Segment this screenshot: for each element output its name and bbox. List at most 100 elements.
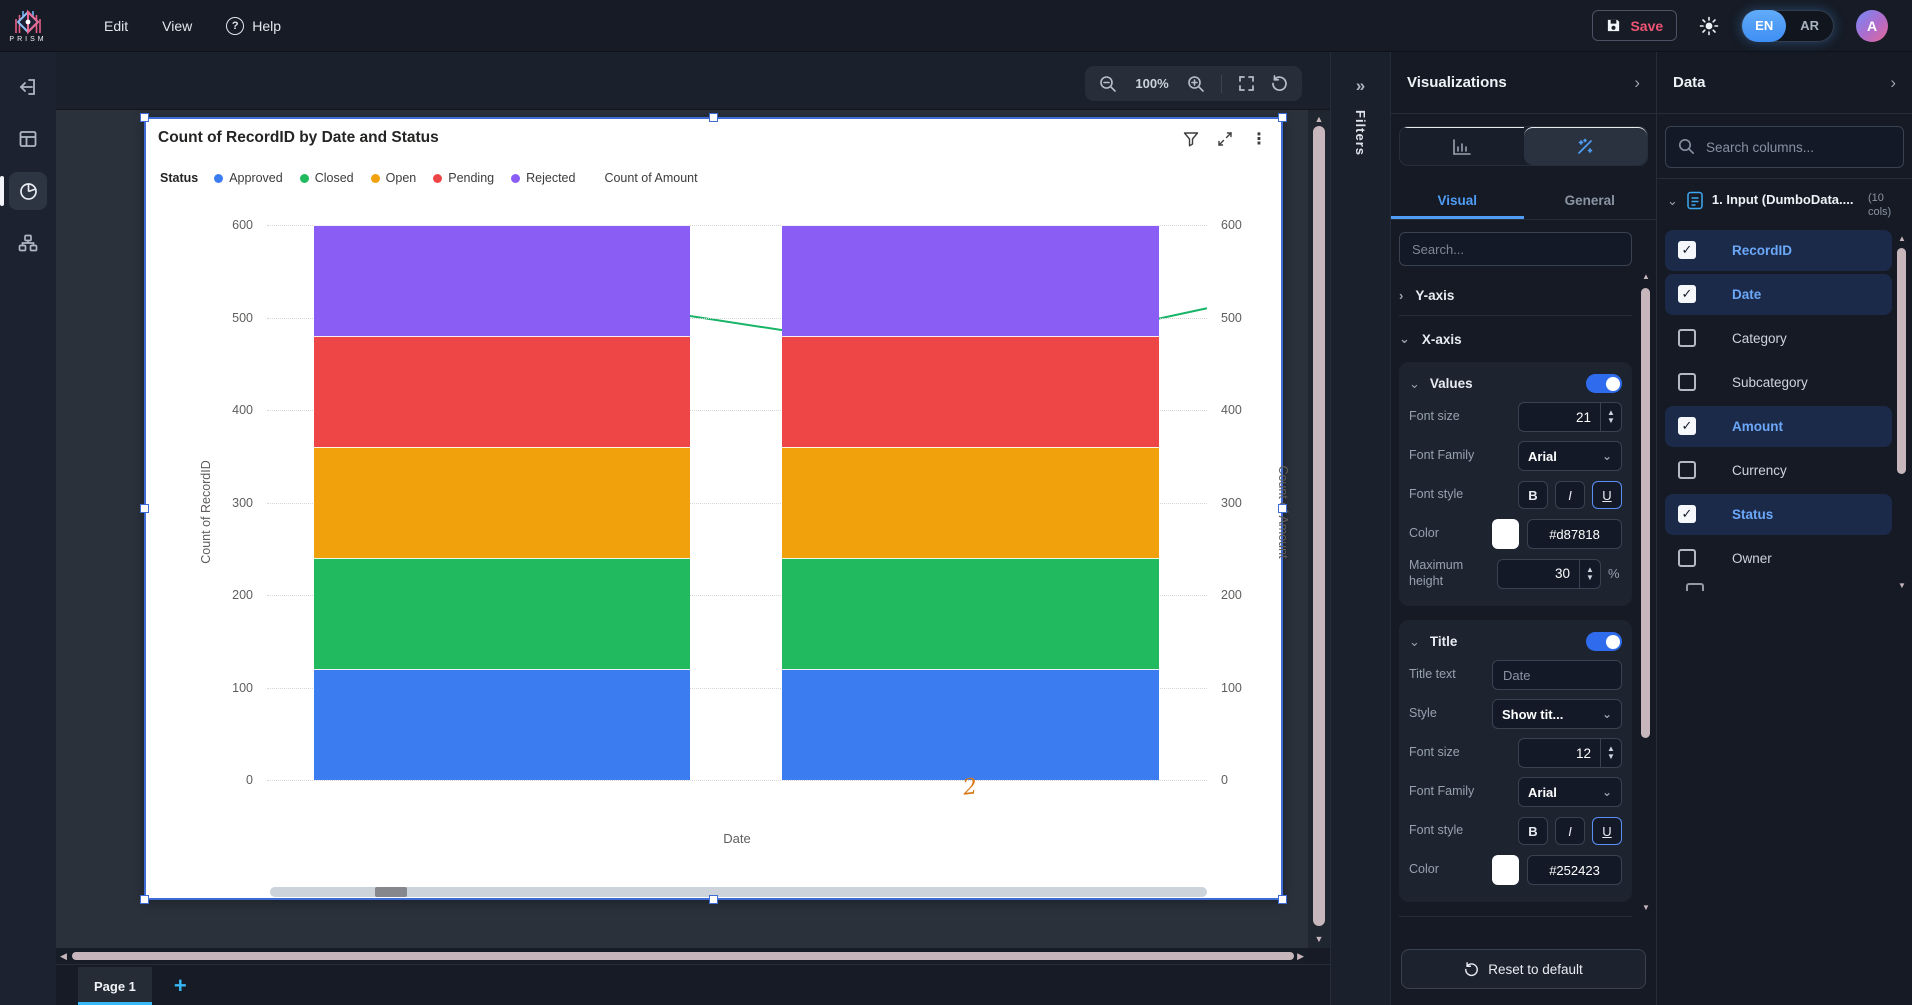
scroll-up-icon[interactable]: ▲: [1641, 272, 1651, 281]
data-panel-scrollbar[interactable]: ▲ ▼: [1897, 234, 1907, 590]
title-text-input[interactable]: [1492, 660, 1622, 690]
checkbox[interactable]: [1678, 549, 1696, 567]
legend-item[interactable]: Pending: [433, 171, 494, 185]
tab-visual[interactable]: Visual: [1391, 182, 1524, 219]
title-font-size-stepper[interactable]: ▲▼: [1600, 738, 1622, 768]
italic-button[interactable]: I: [1555, 481, 1585, 509]
reset-to-default-button[interactable]: Reset to default: [1401, 949, 1646, 989]
viz-search-input[interactable]: [1399, 232, 1632, 266]
title-color-hex[interactable]: #252423: [1527, 855, 1622, 885]
scroll-down-icon[interactable]: ▼: [1641, 903, 1651, 912]
bar-segment-closed[interactable]: [782, 558, 1159, 669]
style-select[interactable]: Show tit... ⌄: [1492, 699, 1622, 729]
add-page-button[interactable]: +: [174, 975, 187, 997]
prism-logo[interactable]: PRISM: [0, 0, 56, 52]
horizontal-scrollbar-thumb[interactable]: [72, 952, 1294, 960]
zoom-in-icon[interactable]: [1187, 75, 1205, 93]
checkbox[interactable]: ✓: [1678, 505, 1696, 523]
column-row-amount[interactable]: ✓Amount: [1665, 406, 1892, 447]
checkbox[interactable]: ✓: [1678, 241, 1696, 259]
scroll-right-icon[interactable]: ▶: [1297, 951, 1304, 962]
chart-type-tab[interactable]: [1400, 127, 1524, 165]
stacked-bar[interactable]: [314, 225, 691, 780]
column-row-recordid[interactable]: ✓RecordID: [1665, 230, 1892, 271]
resize-handle[interactable]: [1278, 895, 1287, 904]
resize-handle[interactable]: [140, 113, 149, 122]
bold-button[interactable]: B: [1518, 481, 1548, 509]
avatar[interactable]: A: [1856, 10, 1888, 42]
stacked-bar[interactable]: [782, 225, 1159, 780]
lang-en-button[interactable]: EN: [1742, 10, 1786, 42]
values-group-header[interactable]: ⌄ Values: [1409, 374, 1622, 393]
scroll-down-icon[interactable]: ▼: [1308, 934, 1330, 944]
reset-view-icon[interactable]: [1271, 75, 1288, 92]
title-group-header[interactable]: ⌄ Title: [1409, 632, 1622, 651]
section-x-axis[interactable]: ⌄ X-axis: [1399, 316, 1632, 362]
xaxis-color-hex[interactable]: #d87818: [1527, 519, 1622, 549]
bar-segment-pending[interactable]: [782, 336, 1159, 447]
font-size-input[interactable]: [1518, 402, 1600, 432]
legend-line-series-label[interactable]: Count of Amount: [604, 171, 697, 185]
checkbox[interactable]: [1678, 373, 1696, 391]
title-toggle[interactable]: [1586, 632, 1622, 651]
legend-item[interactable]: Approved: [214, 171, 283, 185]
title-italic-button[interactable]: I: [1555, 817, 1585, 845]
section-y-axis[interactable]: › Y-axis: [1399, 276, 1632, 316]
scroll-down-icon[interactable]: ▼: [1897, 581, 1907, 590]
column-row-subcategory[interactable]: Subcategory: [1665, 362, 1892, 403]
title-bold-button[interactable]: B: [1518, 817, 1548, 845]
viz-panel-scrollbar[interactable]: ▲ ▼: [1641, 272, 1651, 912]
vertical-scrollbar-thumb[interactable]: [1313, 126, 1325, 926]
resize-handle[interactable]: [709, 113, 718, 122]
font-family-select[interactable]: Arial ⌄: [1518, 441, 1622, 471]
canvas-horizontal-scrollbar[interactable]: ◀ ▶: [56, 948, 1308, 964]
bar-segment-closed[interactable]: [314, 558, 691, 669]
checkbox[interactable]: ✓: [1678, 285, 1696, 303]
filters-expand-icon[interactable]: »: [1356, 76, 1365, 96]
search-columns-input[interactable]: [1665, 126, 1904, 168]
legend-item[interactable]: Closed: [300, 171, 354, 185]
dataset-row[interactable]: ⌄ 1. Input (DumboData.... (10 cols): [1657, 179, 1912, 228]
page-tab[interactable]: Page 1: [78, 967, 152, 1005]
hierarchy-icon[interactable]: [9, 224, 47, 262]
column-row-date[interactable]: ✓Date: [1665, 274, 1892, 315]
bar-segment-open[interactable]: [314, 447, 691, 558]
legend-item[interactable]: Rejected: [511, 171, 575, 185]
resize-handle[interactable]: [1278, 504, 1287, 513]
scroll-left-icon[interactable]: ◀: [60, 951, 67, 962]
chart-scrollbar-thumb[interactable]: [375, 887, 407, 897]
column-row-owner[interactable]: Owner: [1665, 538, 1892, 579]
collapse-panel-icon[interactable]: ›: [1634, 73, 1640, 93]
column-row-currency[interactable]: Currency: [1665, 450, 1892, 491]
legend-item[interactable]: Open: [371, 171, 417, 185]
max-height-input[interactable]: [1497, 559, 1579, 589]
title-underline-button[interactable]: U: [1592, 817, 1622, 845]
data-scrollbar-thumb[interactable]: [1897, 248, 1906, 474]
checkbox[interactable]: [1678, 329, 1696, 347]
bar-segment-rejected[interactable]: [782, 225, 1159, 336]
menu-view[interactable]: View: [162, 18, 192, 34]
more-options-icon[interactable]: ⋮: [1251, 129, 1267, 149]
pie-chart-icon[interactable]: [9, 172, 47, 210]
font-size-stepper[interactable]: ▲▼: [1600, 402, 1622, 432]
bar-segment-rejected[interactable]: [314, 225, 691, 336]
zoom-out-icon[interactable]: [1099, 75, 1117, 93]
tab-general[interactable]: General: [1524, 182, 1657, 219]
bar-segment-pending[interactable]: [314, 336, 691, 447]
values-toggle[interactable]: [1586, 374, 1622, 393]
resize-handle[interactable]: [140, 895, 149, 904]
title-font-family-select[interactable]: Arial ⌄: [1518, 777, 1622, 807]
column-row-category[interactable]: Category: [1665, 318, 1892, 359]
underline-button[interactable]: U: [1592, 481, 1622, 509]
collapse-panel-icon[interactable]: ›: [1890, 73, 1896, 93]
filter-funnel-icon[interactable]: [1183, 131, 1199, 147]
chart-widget[interactable]: Count of RecordID by Date and Status ⋮ S…: [144, 117, 1283, 900]
viz-scrollbar-thumb[interactable]: [1641, 288, 1650, 738]
scroll-up-icon[interactable]: ▲: [1897, 234, 1907, 243]
bar-segment-approved[interactable]: [314, 669, 691, 780]
menu-help[interactable]: ? Help: [226, 17, 281, 35]
filters-label[interactable]: Filters: [1353, 110, 1368, 156]
canvas[interactable]: Count of RecordID by Date and Status ⋮ S…: [56, 110, 1308, 948]
menu-edit[interactable]: Edit: [104, 18, 128, 34]
resize-handle[interactable]: [140, 504, 149, 513]
